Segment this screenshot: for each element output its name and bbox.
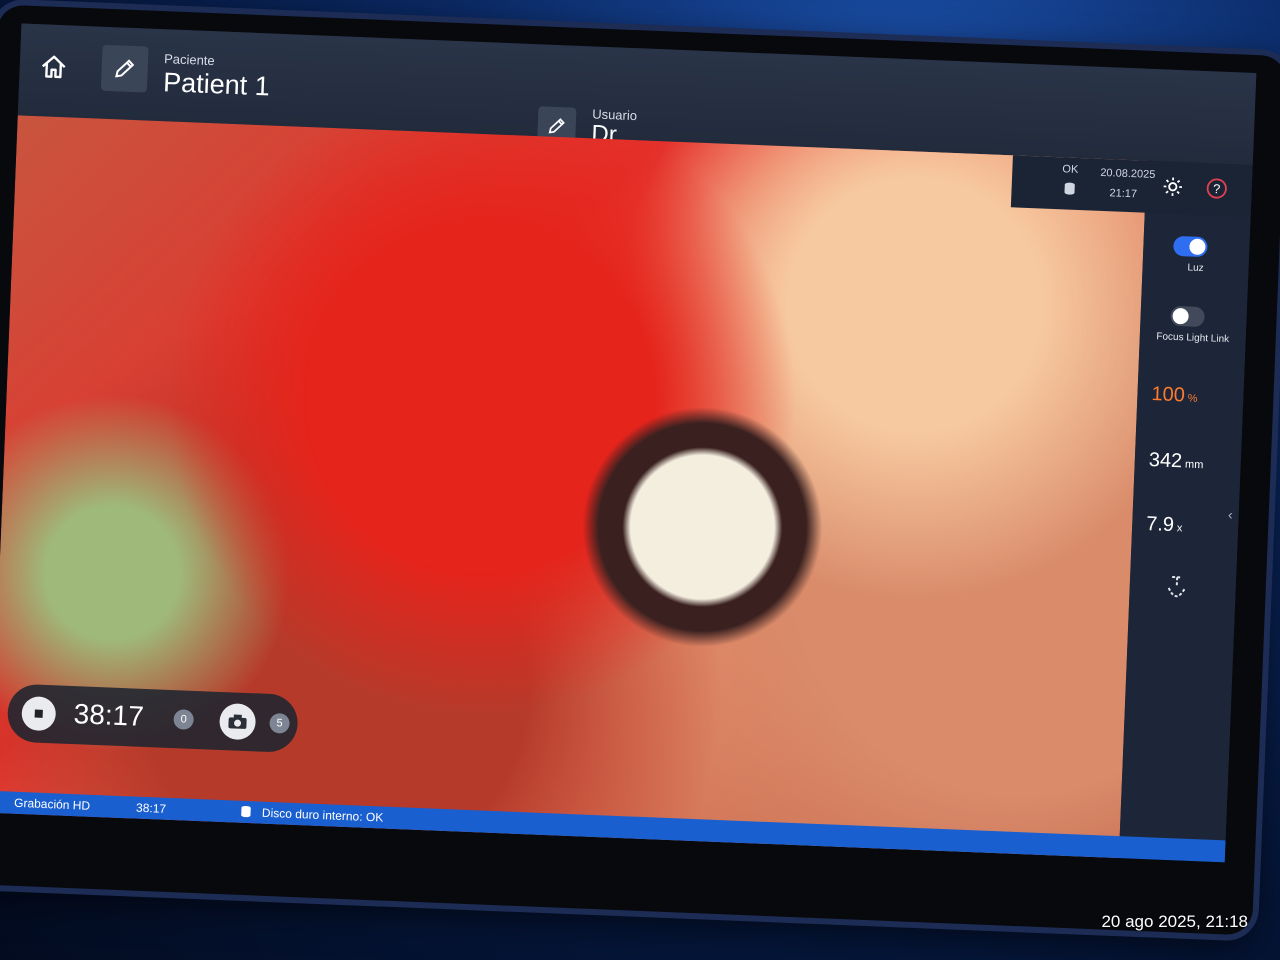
database-icon	[1064, 182, 1075, 195]
recording-timer: 38:17	[73, 698, 145, 732]
help-button[interactable]: ?	[1203, 175, 1230, 202]
magnification-readout[interactable]: 7.9 x	[1146, 513, 1183, 537]
edit-patient-button[interactable]	[100, 44, 149, 93]
recording-count-badge: 0	[173, 709, 195, 730]
snapshot-button[interactable]	[218, 702, 257, 741]
time-display: 21:17	[1109, 187, 1138, 201]
camera-icon	[228, 714, 247, 729]
database-icon	[241, 805, 251, 818]
recording-elapsed: 38:17	[135, 800, 167, 816]
recording-control: 38:17 0 5	[6, 683, 299, 754]
focus-light-link-label: Focus Light Link	[1156, 331, 1230, 346]
recording-mode: Grabación HD	[13, 795, 91, 813]
home-icon	[41, 55, 66, 79]
zoom-value: 100	[1151, 383, 1186, 407]
pencil-icon	[115, 59, 135, 78]
magnification-value: 7.9	[1145, 512, 1175, 537]
home-button[interactable]	[31, 44, 77, 90]
screen: Paciente Patient 1 Usuario Dr. OK 20.08.…	[0, 23, 1257, 863]
svg-text:?: ?	[1213, 181, 1221, 196]
focus-light-link-toggle[interactable]	[1170, 305, 1206, 328]
collapse-panel-icon[interactable]: ‹	[1228, 506, 1233, 522]
zoom-readout[interactable]: 100%	[1151, 383, 1198, 408]
zoom-unit: %	[1187, 392, 1198, 405]
microscope-tool-icon[interactable]	[1163, 574, 1190, 605]
pencil-icon	[548, 118, 565, 134]
help-icon: ?	[1206, 178, 1227, 199]
date-display: 20.08.2025	[1100, 166, 1156, 182]
monitor-frame: Paciente Patient 1 Usuario Dr. OK 20.08.…	[0, 4, 1280, 936]
stop-recording-button[interactable]	[21, 696, 57, 732]
settings-button[interactable]	[1159, 173, 1186, 200]
patient-label: Paciente	[163, 51, 215, 69]
distance-unit: mm	[1184, 458, 1204, 472]
disk-status: Disco duro interno: OK	[261, 805, 384, 825]
status-area: OK 20.08.2025 21:17 ?	[1010, 155, 1253, 217]
distance-readout[interactable]: 342 mm	[1148, 449, 1204, 474]
light-label: Luz	[1187, 262, 1204, 275]
magnification-unit: x	[1176, 522, 1183, 535]
photo-timestamp: 20 ago 2025, 21:18	[1101, 912, 1248, 931]
gear-icon	[1163, 177, 1183, 196]
distance-value: 342	[1148, 449, 1183, 473]
photo-count-badge: 5	[269, 712, 290, 734]
storage-status: OK	[1062, 163, 1079, 176]
light-toggle[interactable]	[1173, 235, 1208, 258]
patient-name: Patient 1	[162, 67, 271, 102]
